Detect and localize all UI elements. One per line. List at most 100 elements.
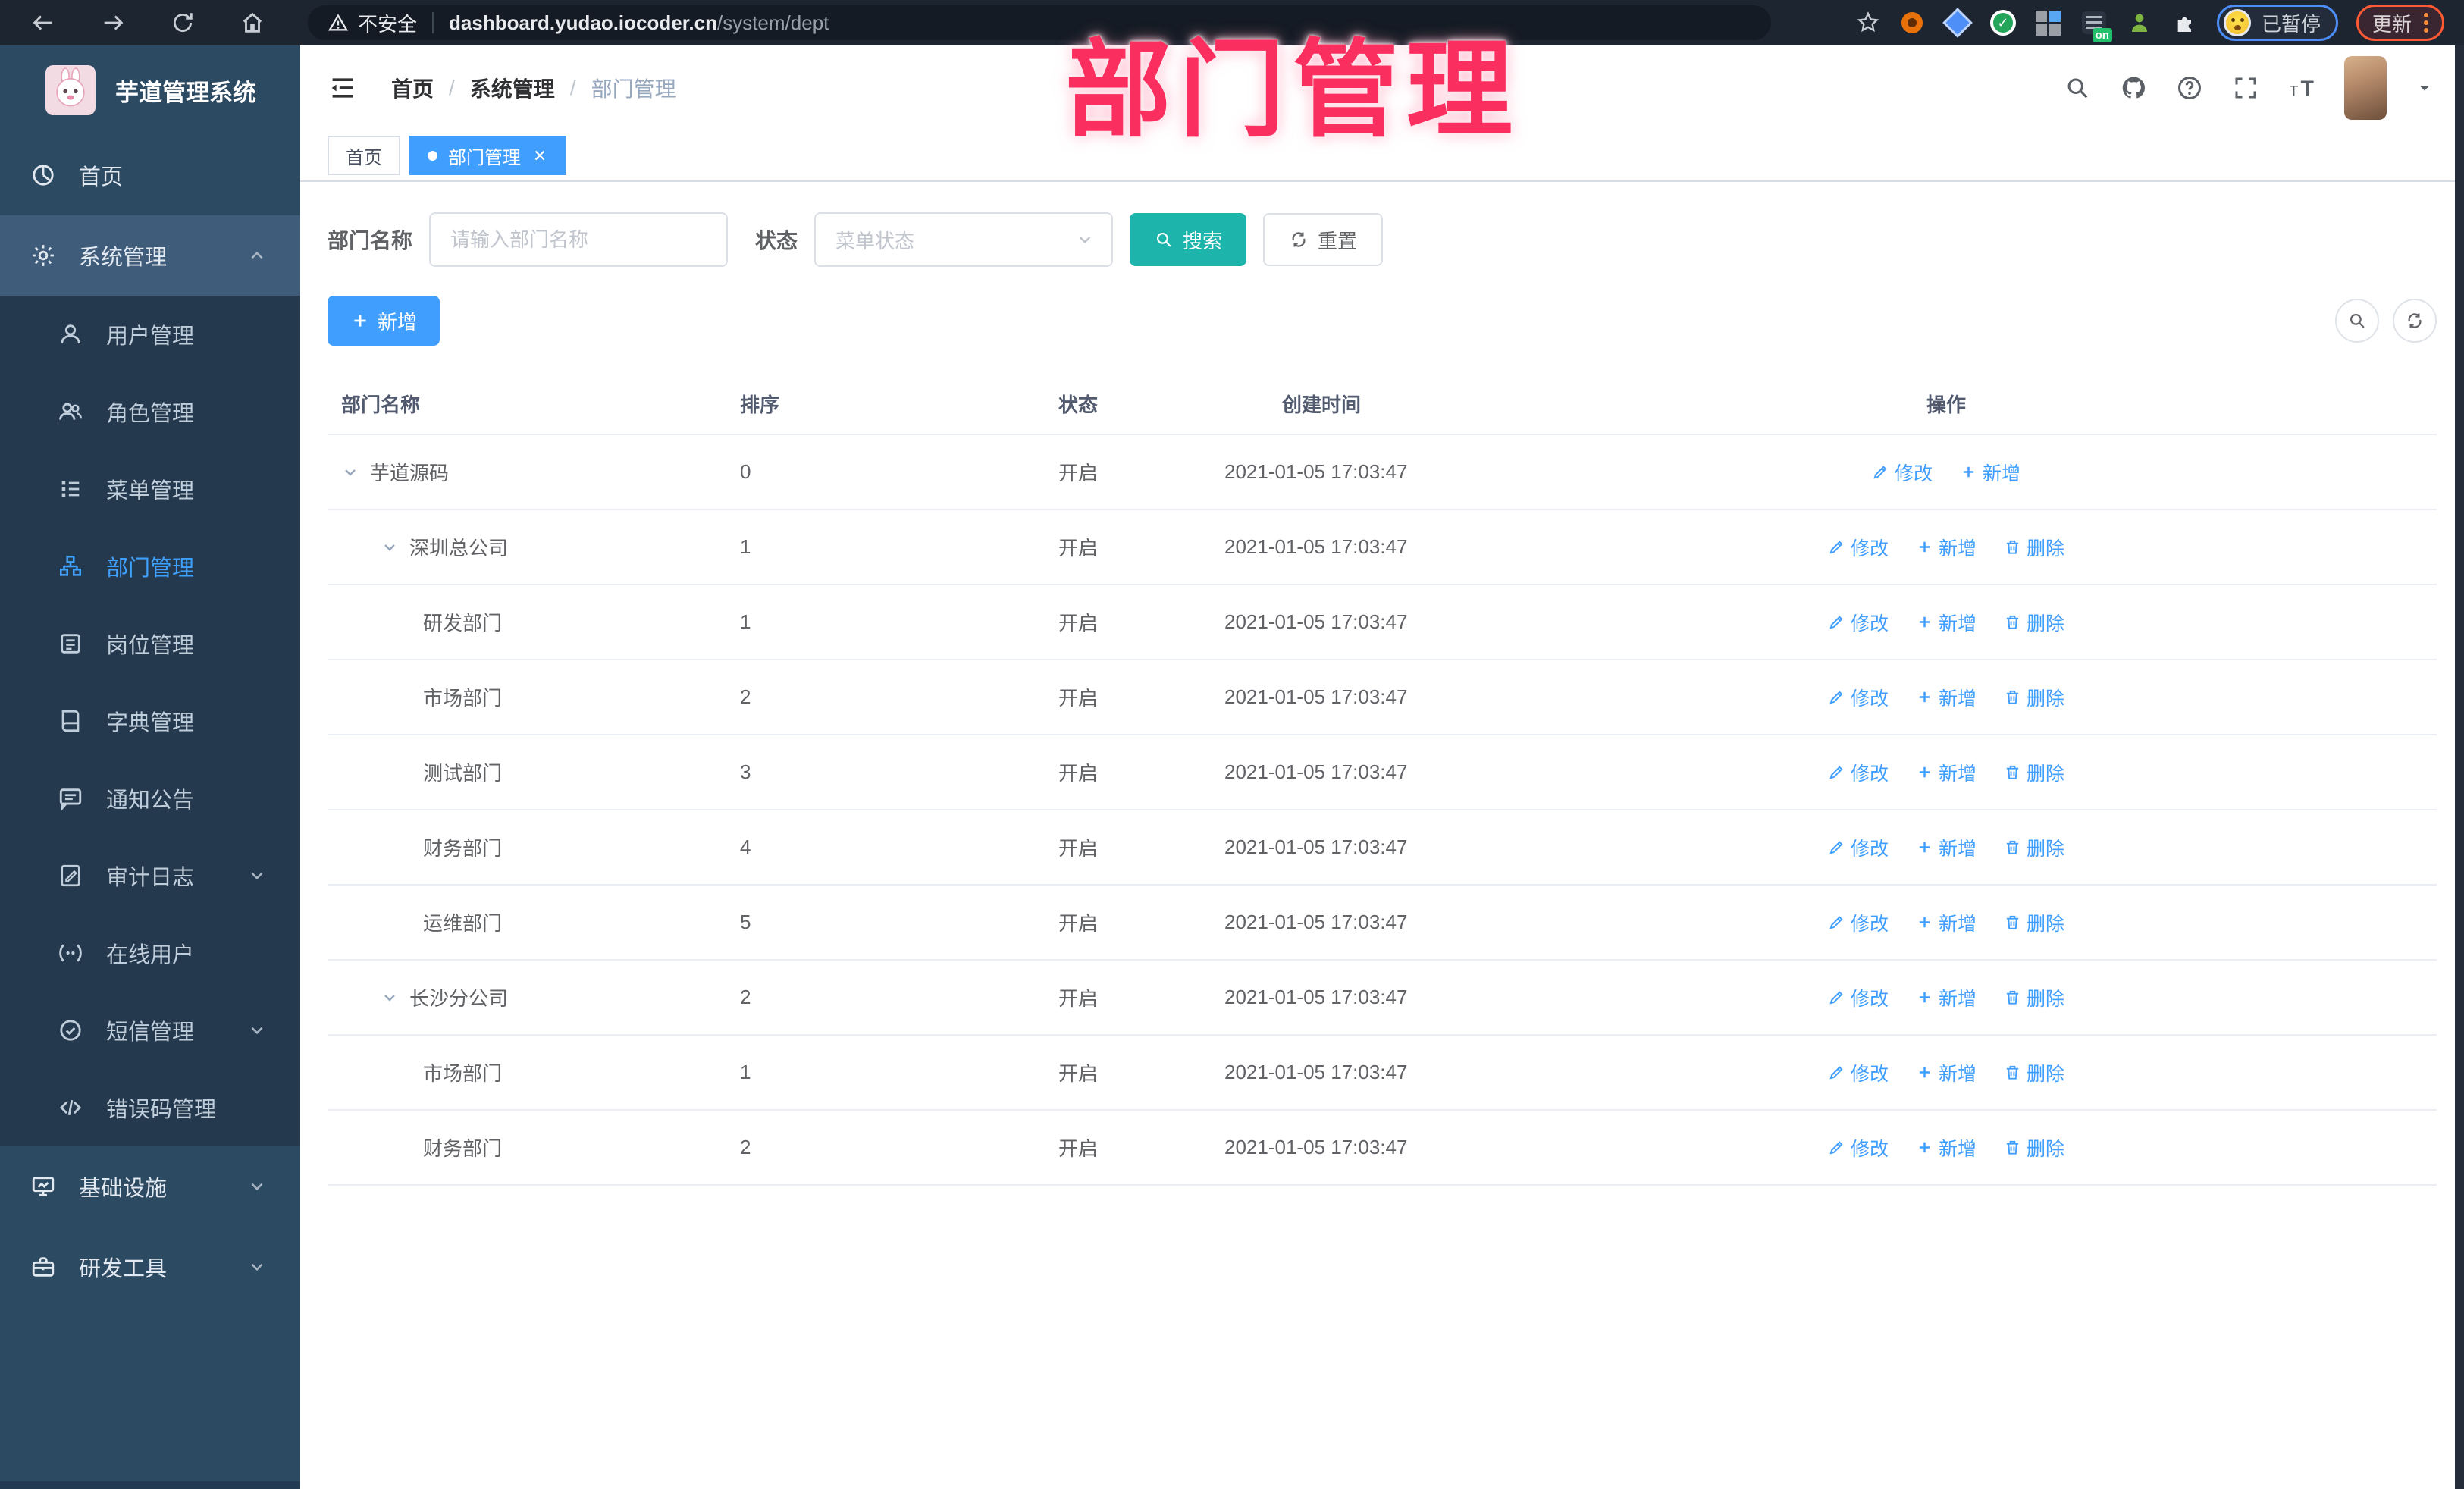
action-delete-link[interactable]: 删除 [2004, 1134, 2064, 1161]
close-icon[interactable] [531, 147, 548, 164]
delete-icon [2004, 763, 2021, 781]
sidebar-item-system-management[interactable]: 系统管理 [0, 215, 300, 296]
action-delete-link[interactable]: 删除 [2004, 684, 2064, 711]
app-logo-row[interactable]: 芋道管理系统 [0, 45, 300, 135]
toggle-search-button[interactable] [2335, 299, 2379, 343]
expand-arrow-icon[interactable] [381, 538, 399, 556]
user-avatar[interactable] [2344, 56, 2387, 120]
sidebar-item-home[interactable]: 首页 [0, 135, 300, 215]
sidebar-item-infrastructure[interactable]: 基础设施 [0, 1146, 300, 1227]
extension-icon-orange[interactable] [1898, 9, 1926, 36]
expand-arrow-icon[interactable] [341, 463, 359, 481]
status-select[interactable]: 菜单状态 [814, 212, 1114, 267]
delete-icon [2004, 1139, 2021, 1156]
tab-首页[interactable]: 首页 [328, 136, 400, 175]
app-logo-image [45, 65, 96, 115]
online-users-icon [58, 940, 83, 966]
action-delete-link[interactable]: 删除 [2004, 534, 2064, 561]
profile-paused-chip[interactable]: 已暂停 [2216, 5, 2338, 41]
action-add-link[interactable]: 新增 [1916, 609, 1977, 636]
sidebar-item-dept-management[interactable]: 部门管理 [0, 528, 300, 605]
dept-name-cell: 财务部门 [328, 833, 729, 861]
action-delete-link[interactable]: 删除 [2004, 984, 2064, 1011]
column-header: 创建时间 [1282, 393, 1362, 416]
search-button[interactable]: 搜索 [1130, 213, 1247, 266]
browser-update-button[interactable]: 更新 [2356, 5, 2444, 41]
action-edit-link[interactable]: 修改 [1828, 1134, 1889, 1161]
sidebar-item-sms-management[interactable]: 短信管理 [0, 992, 300, 1069]
action-add-link[interactable]: 新增 [1960, 459, 2020, 486]
add-button[interactable]: 新增 [328, 296, 440, 346]
action-edit-link[interactable]: 修改 [1872, 459, 1933, 486]
action-edit-link[interactable]: 修改 [1828, 609, 1889, 636]
action-add-link[interactable]: 新增 [1916, 984, 1977, 1011]
home-icon[interactable] [240, 10, 265, 36]
sidebar-item-label: 通知公告 [106, 788, 195, 813]
sidebar-item-online-users[interactable]: 在线用户 [0, 914, 300, 992]
action-edit-link[interactable]: 修改 [1828, 984, 1889, 1011]
expand-arrow-icon[interactable] [381, 989, 399, 1007]
action-add-link[interactable]: 新增 [1916, 759, 1977, 786]
action-delete-link[interactable]: 删除 [2004, 834, 2064, 861]
extension-icon-person-green[interactable] [2126, 9, 2153, 36]
scrollbar[interactable] [2455, 45, 2464, 1489]
reload-icon[interactable] [170, 10, 196, 36]
action-add-link[interactable]: 新增 [1916, 534, 1977, 561]
sidebar-item-menu-management[interactable]: 菜单管理 [0, 450, 300, 528]
action-add-link[interactable]: 新增 [1916, 1059, 1977, 1086]
browser-menu-icon[interactable] [2424, 13, 2428, 33]
action-edit-link[interactable]: 修改 [1828, 684, 1889, 711]
extension-icon-green-check[interactable]: ✓ [1989, 9, 2017, 36]
sidebar-item-dev-tools[interactable]: 研发工具 [0, 1227, 300, 1307]
header-search-icon[interactable] [2064, 74, 2091, 102]
sidebar-item-error-code-management[interactable]: 错误码管理 [0, 1069, 300, 1146]
sidebar-item-role-management[interactable]: 角色管理 [0, 373, 300, 450]
extension-icon-puzzle[interactable] [2171, 9, 2199, 36]
sort-cell: 1 [740, 610, 751, 633]
sidebar-item-audit-log[interactable]: 审计日志 [0, 837, 300, 914]
font-size-icon[interactable] [2288, 74, 2315, 102]
delete-icon [2004, 914, 2021, 931]
action-delete-link[interactable]: 删除 [2004, 609, 2064, 636]
action-add-link[interactable]: 新增 [1916, 909, 1977, 936]
action-add-link[interactable]: 新增 [1916, 1134, 1977, 1161]
sidebar-item-notice[interactable]: 通知公告 [0, 760, 300, 837]
edit-icon [1828, 839, 1845, 856]
reset-button[interactable]: 重置 [1263, 213, 1384, 266]
dept-name-input[interactable] [429, 212, 729, 267]
breadcrumb-item[interactable]: 首页 [391, 73, 434, 103]
action-edit-link[interactable]: 修改 [1828, 1059, 1889, 1086]
help-icon[interactable] [2176, 74, 2203, 102]
action-add-link[interactable]: 新增 [1916, 684, 1977, 711]
breadcrumb-item[interactable]: 系统管理 [470, 73, 555, 103]
sidebar-item-dict-management[interactable]: 字典管理 [0, 682, 300, 760]
action-add-link[interactable]: 新增 [1916, 834, 1977, 861]
forward-icon[interactable] [100, 10, 126, 36]
action-delete-link[interactable]: 删除 [2004, 1059, 2064, 1086]
bookmark-star-icon[interactable] [1856, 11, 1880, 35]
address-bar[interactable]: 不安全 dashboard.yudao.iocoder.cn /system/d… [308, 5, 1771, 40]
action-cell: 修改 新增 删除 [1734, 684, 2158, 711]
action-edit-link[interactable]: 修改 [1828, 834, 1889, 861]
extension-icon-gem[interactable] [1942, 8, 1973, 38]
back-icon[interactable] [30, 10, 56, 36]
sidebar-item-post-management[interactable]: 岗位管理 [0, 605, 300, 682]
action-edit-link[interactable]: 修改 [1828, 759, 1889, 786]
action-delete-link[interactable]: 删除 [2004, 909, 2064, 936]
sidebar-toggle-icon[interactable] [328, 73, 358, 103]
chevron-down-icon[interactable] [2415, 79, 2434, 97]
tab-部门管理[interactable]: 部门管理 [409, 136, 566, 175]
action-label: 新增 [1938, 838, 1977, 860]
sidebar-item-user-management[interactable]: 用户管理 [0, 296, 300, 373]
extension-icon-list[interactable]: on [2080, 9, 2112, 42]
action-edit-link[interactable]: 修改 [1828, 534, 1889, 561]
action-edit-link[interactable]: 修改 [1828, 909, 1889, 936]
refresh-table-button[interactable] [2393, 299, 2437, 343]
fullscreen-icon[interactable] [2232, 74, 2259, 102]
github-icon[interactable] [2120, 74, 2147, 102]
extension-icon-grid[interactable] [2035, 9, 2062, 36]
refresh-icon [1289, 230, 1309, 249]
security-warning-icon[interactable] [328, 12, 349, 33]
action-delete-link[interactable]: 删除 [2004, 759, 2064, 786]
column-header: 状态 [1058, 393, 1099, 416]
